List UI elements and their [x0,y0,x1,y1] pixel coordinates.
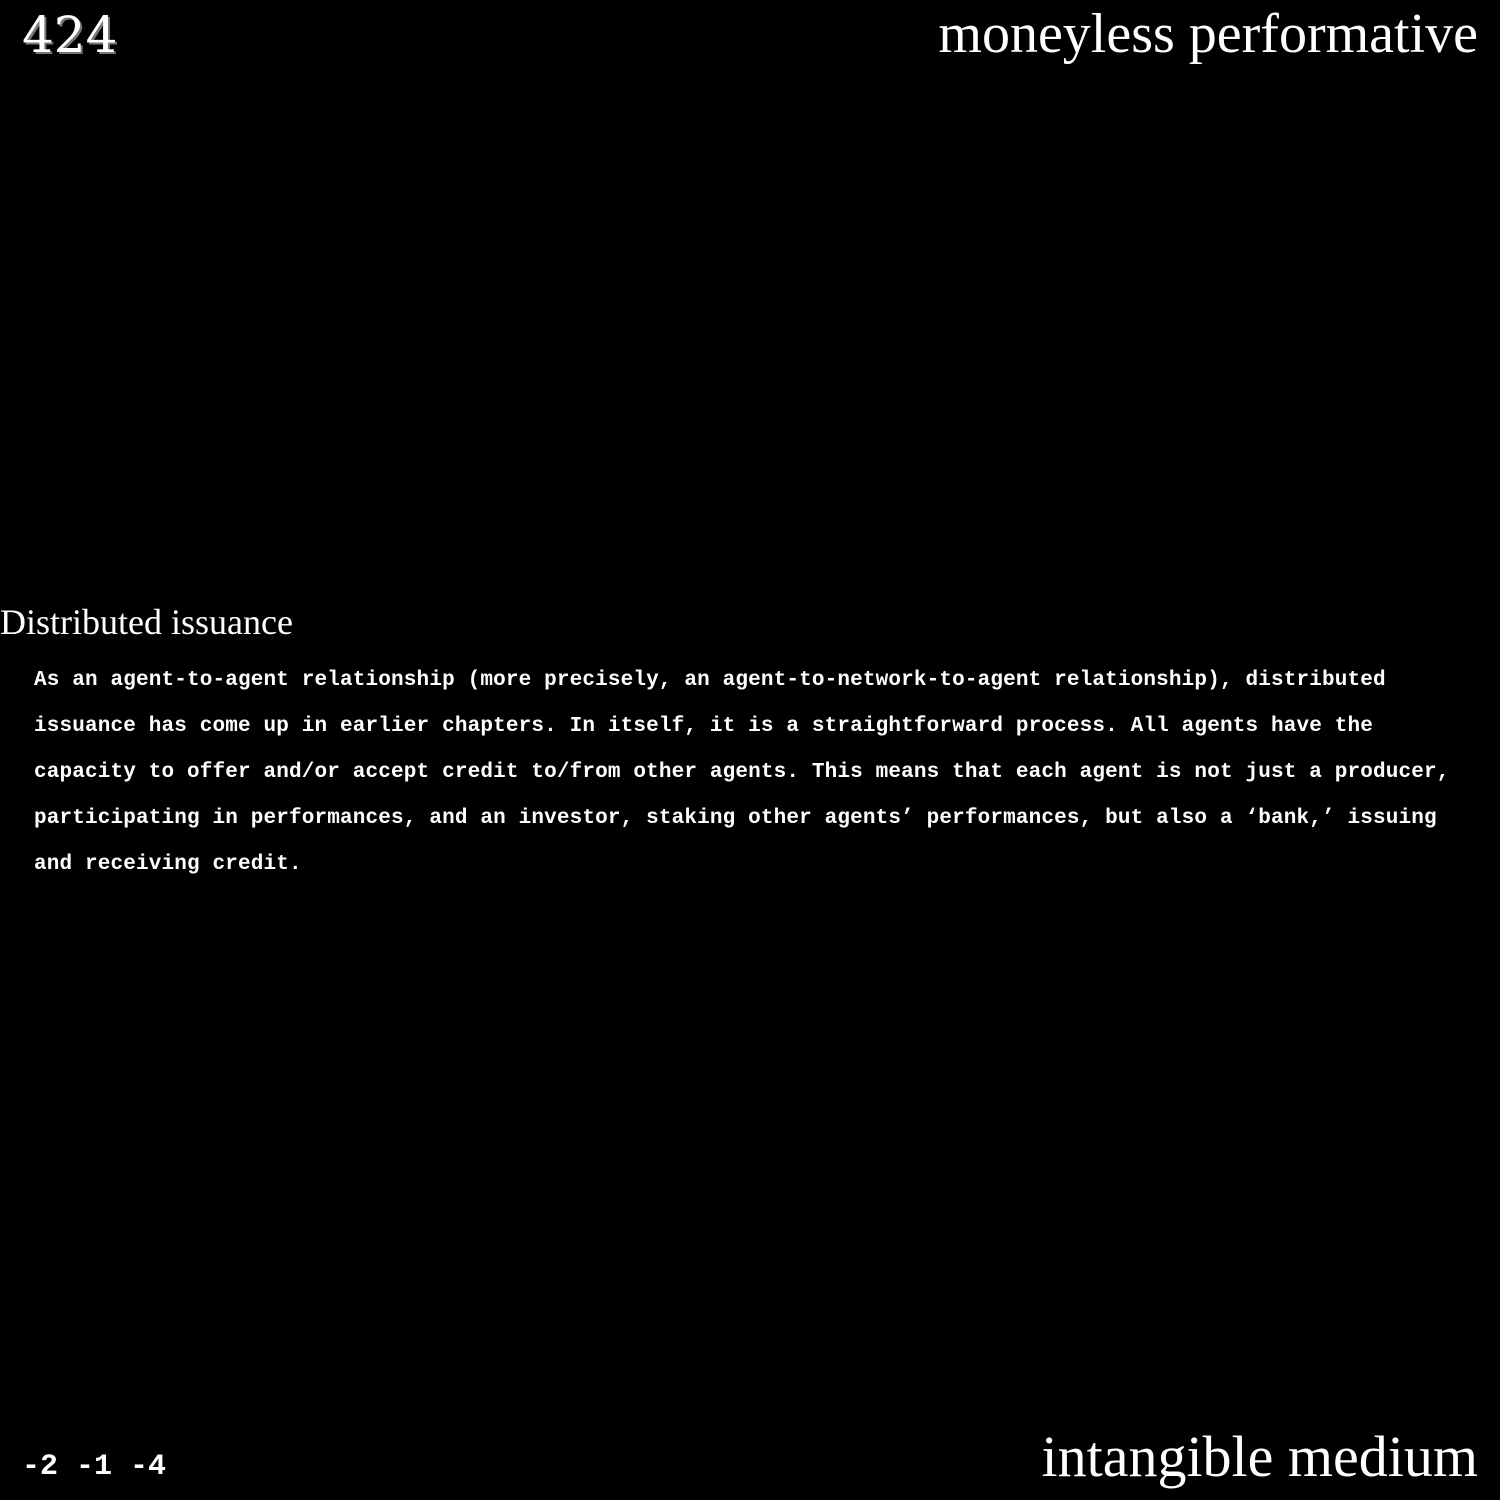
section-body-text: As an agent-to-agent relationship (more … [34,669,1450,876]
section-heading: Distributed issuance [0,602,293,642]
page-coordinates: -2 -1 -4 [22,1450,167,1484]
section-distributed-issuance: Distributed issuance As an agent-to-agen… [0,600,1500,888]
page-number: 424 [22,6,118,64]
running-title: moneyless performative [938,3,1478,65]
footer-title: intangible medium [1041,1424,1478,1489]
